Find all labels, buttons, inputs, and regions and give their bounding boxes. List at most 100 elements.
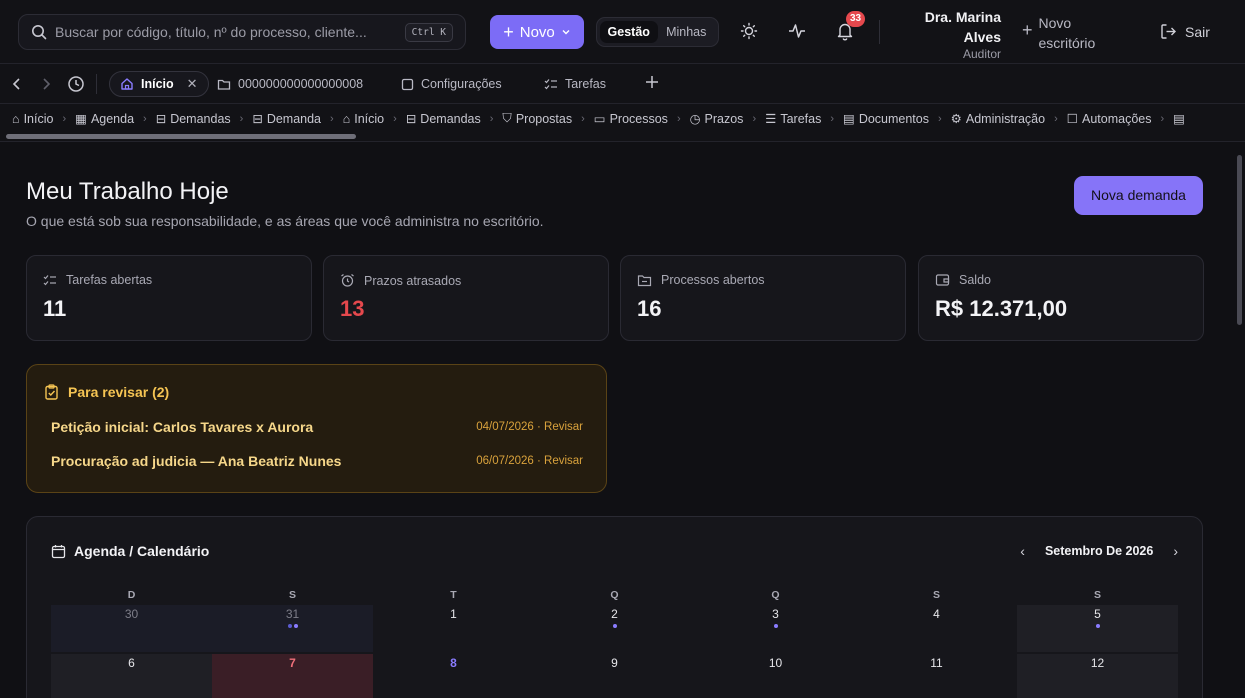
- chevron-right-icon: ›: [830, 112, 834, 125]
- logout-button[interactable]: Sair: [1160, 23, 1210, 40]
- new-demand-button[interactable]: Nova demanda: [1074, 176, 1203, 215]
- forward-arrow-icon[interactable]: [40, 76, 52, 92]
- tab-document[interactable]: 000000000000000008: [217, 71, 363, 97]
- calendar-day[interactable]: 9: [534, 654, 695, 698]
- breadcrumb-item-processos[interactable]: ▭ Processos: [594, 111, 668, 127]
- breadcrumb-item-demanda[interactable]: ⊟ Demanda: [252, 111, 322, 127]
- search-input[interactable]: Buscar por código, título, nº do process…: [55, 24, 405, 40]
- theme-toggle-sun-icon[interactable]: [740, 22, 758, 40]
- breadcrumb-item-inicio[interactable]: ⌂ Início: [12, 112, 53, 126]
- history-clock-icon[interactable]: [67, 75, 85, 93]
- search-icon: [31, 24, 47, 40]
- back-arrow-icon[interactable]: [11, 76, 23, 92]
- alarm-icon: [340, 273, 355, 288]
- breadcrumb-item-tarefas[interactable]: ☰ Tarefas: [765, 111, 821, 127]
- page-scrollbar[interactable]: [1237, 155, 1242, 325]
- tab-bar-divider: [96, 74, 97, 94]
- segment-gestao[interactable]: Gestão: [600, 21, 658, 43]
- breadcrumb-scrollbar[interactable]: [6, 134, 356, 139]
- day-number: 2: [611, 607, 618, 621]
- breadcrumb-item-documentos[interactable]: ▤ Documentos: [843, 111, 929, 127]
- calendar-day[interactable]: 1: [373, 605, 534, 652]
- stat-value: 11: [43, 296, 67, 321]
- weekday-header: Q: [610, 589, 619, 601]
- breadcrumb-item-prazos[interactable]: ◷ Prazos: [690, 111, 744, 127]
- calendar-day[interactable]: 6: [51, 654, 212, 698]
- stat-card-balance[interactable]: Saldo R$ 12.371,00: [918, 255, 1204, 341]
- calendar-day[interactable]: 4: [856, 605, 1017, 652]
- folder-icon: [637, 274, 652, 287]
- home-icon: ⌂: [342, 111, 351, 126]
- close-tab-icon[interactable]: ✕: [187, 76, 198, 92]
- add-tab-plus-icon[interactable]: [644, 74, 660, 90]
- breadcrumb-label: Agenda: [90, 111, 135, 126]
- breadcrumb-item-overflow[interactable]: ▤: [1173, 111, 1185, 126]
- breadcrumb-item-demandas[interactable]: ⊟ Demandas: [156, 111, 231, 127]
- review-item[interactable]: Procuração ad judicia — Ana Beatriz Nune…: [51, 453, 583, 469]
- breadcrumb-label: Propostas: [515, 111, 573, 126]
- breadcrumb-item-administracao[interactable]: ⚙ Administração: [951, 111, 1045, 127]
- stat-card-open-processes[interactable]: Processos abertos 16: [620, 255, 906, 341]
- calendar-day[interactable]: 31: [212, 605, 373, 652]
- breadcrumb-item-inicio-2[interactable]: ⌂ Início: [343, 112, 384, 126]
- breadcrumb-item-propostas[interactable]: ⛉ Propostas: [502, 111, 572, 126]
- calendar-day[interactable]: 30: [51, 605, 212, 652]
- checklist-icon: ☰: [765, 112, 777, 126]
- home-icon: [120, 77, 134, 91]
- weekday-header: S: [932, 589, 940, 601]
- stat-card-overdue-deadlines[interactable]: Prazos atrasados 13: [323, 255, 609, 341]
- calendar-day[interactable]: 12: [1017, 654, 1178, 698]
- user-menu[interactable]: Dra. Marina Alves Auditor: [925, 7, 1001, 62]
- tab-tarefas[interactable]: Tarefas: [544, 71, 606, 97]
- new-button[interactable]: + Novo: [490, 15, 584, 49]
- breadcrumb-item-demandas-2[interactable]: ⊟ Demandas: [406, 111, 481, 127]
- tab-label: Início: [141, 77, 174, 91]
- clipboard-check-icon: [44, 384, 59, 400]
- chevron-right-icon: ›: [581, 112, 585, 125]
- breadcrumb-label: Demandas: [170, 111, 231, 126]
- event-dot: [287, 624, 292, 628]
- stat-value: R$ 12.371,00: [935, 296, 1068, 321]
- square-icon: [401, 78, 414, 91]
- scope-toggle: Gestão Minhas: [596, 17, 719, 47]
- day-number: 4: [933, 607, 940, 621]
- event-dot: [293, 624, 298, 628]
- breadcrumb-label: Demandas: [420, 111, 481, 126]
- header-divider: [879, 20, 880, 44]
- calendar-day[interactable]: 5: [1017, 605, 1178, 652]
- activity-icon[interactable]: [788, 22, 806, 40]
- weekday-header: D: [127, 589, 136, 601]
- review-item-meta[interactable]: 06/07/2026 · Revisar: [476, 455, 583, 467]
- new-office-button[interactable]: + Novo escritório: [1022, 13, 1095, 53]
- calendar-day[interactable]: 8: [373, 654, 534, 698]
- breadcrumb-label: Demanda: [266, 111, 322, 126]
- next-month-chevron-icon[interactable]: ›: [1173, 543, 1178, 559]
- calendar-day[interactable]: 2: [534, 605, 695, 652]
- segment-minhas[interactable]: Minhas: [658, 21, 716, 43]
- calendar-day[interactable]: 3: [695, 605, 856, 652]
- tab-label: Configurações: [421, 77, 502, 91]
- stat-card-open-tasks[interactable]: Tarefas abertas 11: [26, 255, 312, 341]
- calendar-day[interactable]: 10: [695, 654, 856, 698]
- tab-label: Tarefas: [565, 77, 606, 91]
- chevron-right-icon: ›: [239, 112, 244, 125]
- review-item[interactable]: Petição inicial: Carlos Tavares x Aurora…: [51, 419, 583, 435]
- review-item-meta[interactable]: 04/07/2026 · Revisar: [476, 421, 583, 433]
- prev-month-chevron-icon[interactable]: ‹: [1020, 543, 1025, 559]
- search-box[interactable]: Buscar por código, título, nº do process…: [18, 14, 466, 50]
- tab-inicio[interactable]: Início ✕: [109, 71, 209, 97]
- page-title: Meu Trabalho Hoje: [26, 178, 229, 205]
- breadcrumb-item-automacoes[interactable]: ☐ Automações: [1067, 111, 1152, 127]
- day-number: 6: [128, 656, 135, 670]
- logout-icon: [1160, 23, 1177, 40]
- calendar-day[interactable]: 11: [856, 654, 1017, 698]
- calendar-day-today[interactable]: 7: [212, 654, 373, 698]
- weekday-header: Q: [771, 589, 780, 601]
- tab-configuracoes[interactable]: Configurações: [401, 71, 502, 97]
- chevron-right-icon: ›: [752, 112, 757, 125]
- tab-bar: Início ✕ 000000000000000008 Configuraçõe…: [0, 64, 1245, 104]
- folder-icon: [217, 78, 231, 91]
- agenda-month-label: Setembro De 2026: [1044, 544, 1154, 558]
- breadcrumb-item-agenda[interactable]: ▦ Agenda: [75, 111, 135, 127]
- day-number: 9: [611, 656, 618, 670]
